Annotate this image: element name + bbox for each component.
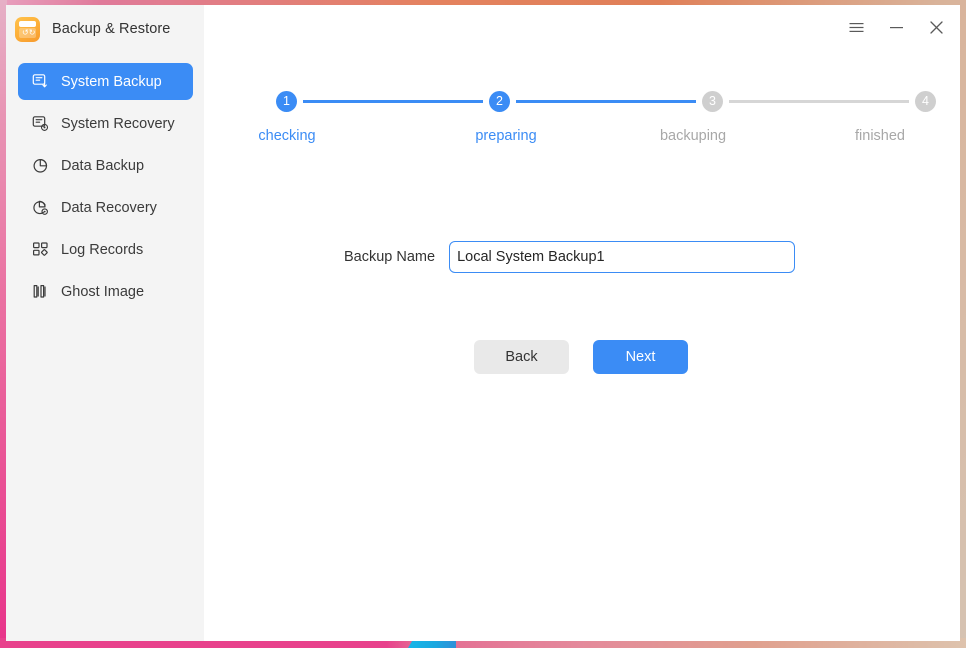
sidebar-item-label: Log Records: [61, 241, 144, 258]
sidebar-item-label: Ghost Image: [61, 283, 145, 300]
step-connector-2: [516, 100, 696, 103]
step-label-preparing: preparing: [475, 128, 537, 144]
back-button[interactable]: Back: [474, 340, 569, 374]
monitor-restore-icon: [32, 115, 49, 132]
dual-bars-icon: [32, 283, 49, 300]
step-circle-2[interactable]: 2: [489, 91, 510, 112]
desktop-backdrop: ↺↻ Backup & Restore System Backup System…: [0, 0, 966, 648]
sidebar-item-log-records[interactable]: Log Records: [18, 231, 193, 268]
next-button[interactable]: Next: [593, 340, 688, 374]
step-label-finished: finished: [855, 128, 905, 144]
hamburger-menu-icon[interactable]: [846, 17, 866, 37]
step-circle-4[interactable]: 4: [915, 91, 936, 112]
window-controls: [846, 17, 946, 37]
grid-squares-icon: [32, 241, 49, 258]
sidebar-item-data-backup[interactable]: Data Backup: [18, 147, 193, 184]
sidebar-item-data-recovery[interactable]: Data Recovery: [18, 189, 193, 226]
app-icon-refresh-arrows: ↺↻: [22, 28, 36, 37]
backup-name-label: Backup Name: [344, 249, 436, 265]
app-icon-lid: [19, 20, 36, 27]
sidebar: ↺↻ Backup & Restore System Backup System…: [6, 5, 204, 641]
backup-restore-window: ↺↻ Backup & Restore System Backup System…: [6, 5, 960, 641]
app-brand: ↺↻ Backup & Restore: [6, 5, 204, 53]
backup-name-input[interactable]: [449, 241, 796, 273]
stepper-track: 1 2 3 4: [276, 91, 936, 112]
step-label-checking: checking: [258, 128, 316, 144]
stepper-labels: checking preparing backuping finished: [258, 128, 936, 148]
minimize-icon[interactable]: [886, 17, 906, 37]
wizard-button-row: Back Next: [474, 340, 688, 374]
backup-name-form-row: Backup Name: [344, 241, 796, 273]
step-label-backuping: backuping: [659, 128, 727, 144]
backup-restore-app-icon: ↺↻: [15, 16, 40, 42]
close-icon[interactable]: [926, 17, 946, 37]
monitor-download-icon: [32, 73, 49, 90]
pie-chart-icon: [32, 157, 49, 174]
step-connector-3: [729, 100, 909, 103]
sidebar-item-system-recovery[interactable]: System Recovery: [18, 105, 193, 142]
sidebar-item-ghost-image[interactable]: Ghost Image: [18, 273, 193, 310]
step-circle-1[interactable]: 1: [276, 91, 297, 112]
sidebar-item-label: System Recovery: [61, 115, 175, 132]
wizard-stepper: 1 2 3 4 checking preparing backuping fin…: [258, 91, 936, 161]
sidebar-item-system-backup[interactable]: System Backup: [18, 63, 193, 100]
sidebar-item-label: Data Recovery: [61, 199, 157, 216]
step-circle-3[interactable]: 3: [702, 91, 723, 112]
sidebar-nav: System Backup System Recovery Data Backu…: [6, 63, 204, 310]
pie-restore-icon: [32, 199, 49, 216]
step-connector-1: [303, 100, 483, 103]
sidebar-item-label: System Backup: [61, 73, 162, 90]
sidebar-item-label: Data Backup: [61, 157, 145, 174]
main-content: 1 2 3 4 checking preparing backuping fin…: [204, 5, 960, 641]
app-title: Backup & Restore: [52, 21, 171, 37]
